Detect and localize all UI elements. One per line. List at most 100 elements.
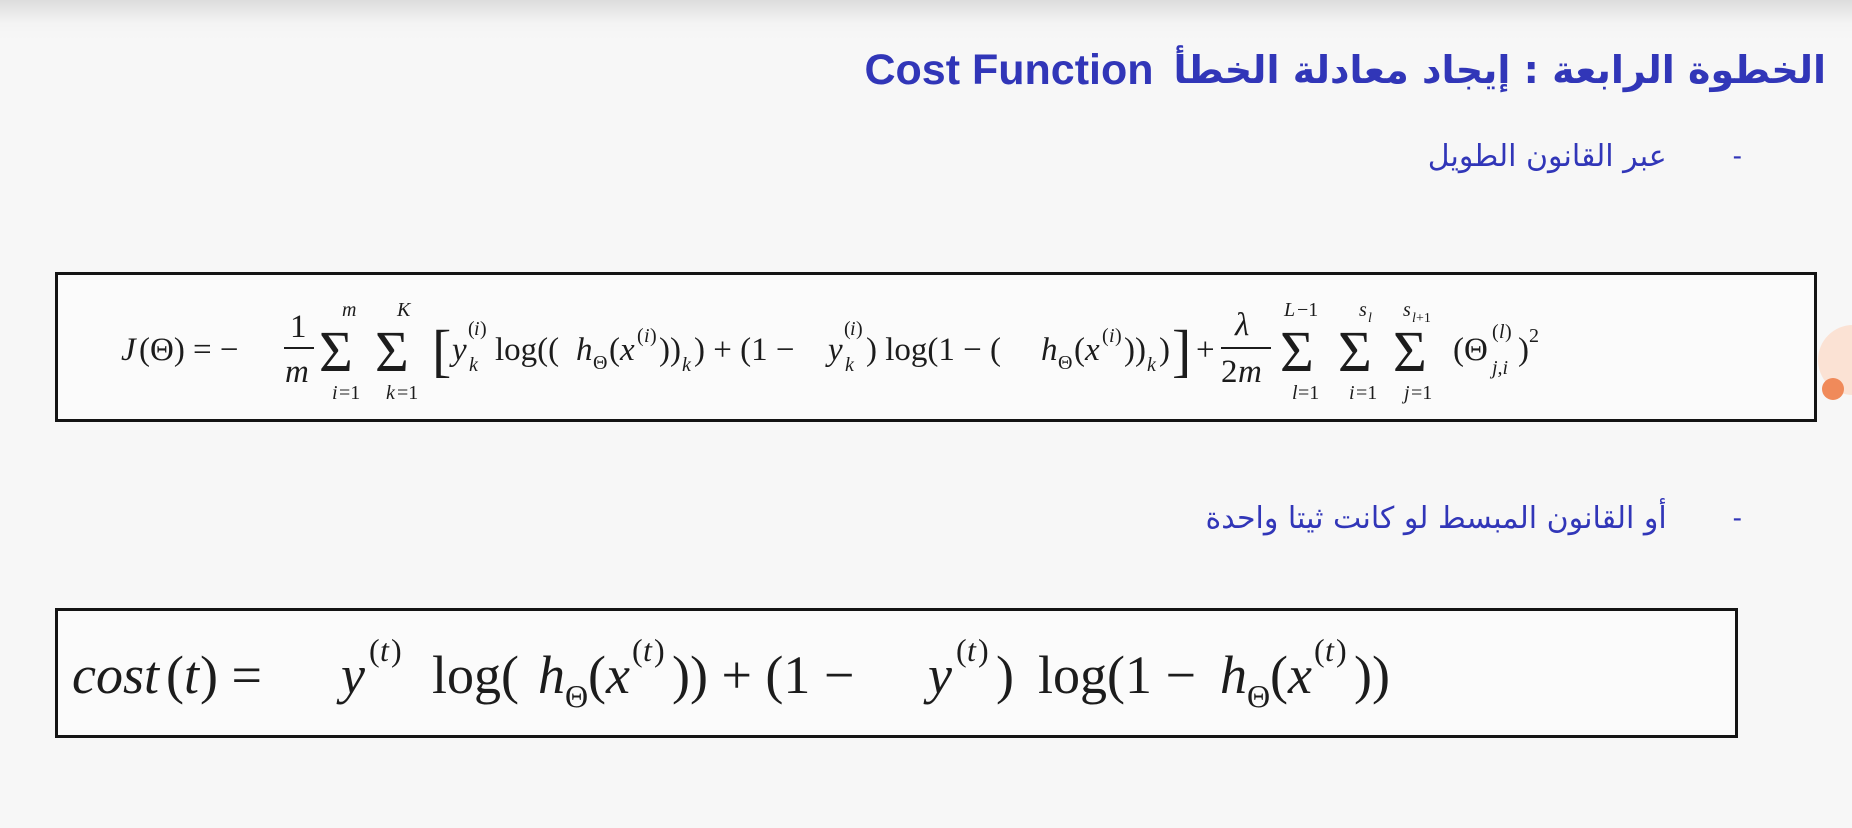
svg-text:=1: =1	[397, 382, 418, 404]
svg-text:h: h	[576, 332, 593, 368]
svg-text:i: i	[474, 318, 480, 340]
svg-text:Σ: Σ	[1280, 319, 1314, 384]
svg-text:s: s	[1359, 299, 1367, 321]
svg-text:)) + (1 −: )) + (1 −	[672, 645, 854, 705]
svg-text:): )	[996, 645, 1014, 705]
svg-text:(: (	[1102, 325, 1109, 347]
svg-text:m: m	[285, 354, 309, 390]
svg-text:): )	[654, 632, 665, 668]
svg-text:): )	[1505, 321, 1512, 343]
svg-text:t: t	[380, 632, 390, 668]
bullet-simple-formula: - أو القانون المبسط لو كانت ثيتا واحدة	[1206, 496, 1742, 540]
svg-text:k: k	[386, 382, 396, 404]
svg-text:Θ: Θ	[593, 352, 607, 374]
svg-text:log((: log((	[495, 332, 559, 368]
svg-text:h: h	[538, 645, 565, 705]
svg-text:t: t	[184, 645, 201, 705]
svg-text:=1: =1	[1411, 382, 1432, 404]
svg-text:j,i: j,i	[1489, 357, 1508, 379]
svg-text:(: (	[632, 632, 643, 668]
svg-text:Θ: Θ	[565, 678, 588, 714]
formula-full: J (Θ) = − 1 m Σ m i =1 Σ K k =1 [ y k ( …	[121, 299, 1539, 404]
svg-text:+1: +1	[1416, 311, 1431, 326]
bullet-dash: -	[1732, 140, 1742, 171]
svg-text:t: t	[1325, 632, 1335, 668]
svg-text:(: (	[1492, 321, 1499, 343]
svg-text:(: (	[369, 632, 380, 668]
svg-text:y: y	[923, 645, 952, 705]
svg-text:x: x	[1287, 645, 1312, 705]
svg-text:J: J	[121, 332, 137, 368]
svg-text:y: y	[449, 332, 467, 368]
svg-text:h: h	[1220, 645, 1247, 705]
svg-text:(: (	[588, 645, 606, 705]
formula-simple-box: cost ( t ) = y ( t ) log( h Θ ( x ( t ) …	[55, 608, 1738, 738]
top-shadow-bar	[0, 0, 1852, 40]
svg-text:): )	[1115, 325, 1122, 347]
svg-text:Σ: Σ	[1338, 319, 1372, 384]
svg-text:(: (	[956, 632, 967, 668]
svg-text:)): ))	[1124, 332, 1146, 368]
svg-text:): )	[480, 318, 487, 340]
svg-text:2: 2	[1221, 354, 1238, 390]
svg-text:m: m	[342, 299, 356, 321]
svg-text:i: i	[644, 325, 650, 347]
svg-text:m: m	[1238, 354, 1262, 390]
svg-text:(: (	[166, 645, 184, 705]
svg-text:): )	[978, 632, 989, 668]
title-arabic: الخطوة الرابعة : إيجاد معادلة الخطأ	[1173, 48, 1827, 92]
title-english: Cost Function	[864, 45, 1154, 94]
svg-text:[: [	[432, 318, 451, 383]
svg-text:i: i	[1109, 325, 1115, 347]
svg-text:+: +	[1196, 332, 1215, 368]
svg-text:): )	[856, 318, 863, 340]
svg-text:t: t	[967, 632, 977, 668]
svg-text:): )	[1159, 332, 1170, 368]
svg-text:)): ))	[659, 332, 681, 368]
svg-text:j: j	[1401, 382, 1410, 404]
svg-text:): )	[650, 325, 657, 347]
bullet-dash: -	[1732, 502, 1742, 533]
svg-text:2: 2	[1529, 325, 1539, 347]
svg-text:λ: λ	[1234, 307, 1249, 343]
svg-text:=1: =1	[1356, 382, 1377, 404]
svg-text:log(1 −: log(1 −	[1038, 645, 1196, 705]
svg-text:) =: ) =	[200, 645, 262, 705]
svg-text:s: s	[1403, 299, 1411, 321]
svg-text:L: L	[1283, 299, 1295, 321]
bullet-long-formula: - عبر القانون الطويل	[1428, 134, 1742, 178]
side-marker-dot	[1822, 378, 1844, 400]
svg-text:y: y	[825, 332, 843, 368]
svg-text:i: i	[1349, 382, 1355, 404]
formula-simple: cost ( t ) = y ( t ) log( h Θ ( x ( t ) …	[72, 632, 1390, 714]
bullet-text: أو القانون المبسط لو كانت ثيتا واحدة	[1205, 500, 1667, 536]
svg-text:Σ: Σ	[375, 319, 409, 384]
svg-text:): )	[1336, 632, 1347, 668]
svg-text:=1: =1	[339, 382, 360, 404]
svg-text:t: t	[643, 632, 653, 668]
svg-text:(: (	[1270, 645, 1288, 705]
svg-text:Θ: Θ	[1058, 352, 1072, 374]
svg-text:Σ: Σ	[1393, 319, 1427, 384]
svg-text:k: k	[845, 354, 855, 376]
svg-text:(: (	[637, 325, 644, 347]
svg-text:x: x	[619, 332, 635, 368]
svg-text:K: K	[396, 299, 412, 321]
svg-text:x: x	[605, 645, 630, 705]
svg-text:): )	[391, 632, 402, 668]
svg-text:l: l	[1368, 311, 1372, 326]
svg-text:Θ: Θ	[1247, 678, 1270, 714]
svg-text:i: i	[850, 318, 856, 340]
svg-text:(Θ) = −: (Θ) = −	[139, 332, 239, 368]
svg-text:i: i	[332, 382, 338, 404]
svg-text:x: x	[1084, 332, 1100, 368]
svg-text:k: k	[469, 354, 479, 376]
svg-text:h: h	[1041, 332, 1058, 368]
slide-title: الخطوة الرابعة : إيجاد معادلة الخطأ Cost…	[864, 40, 1826, 100]
svg-text:): )	[1518, 332, 1529, 368]
svg-text:Σ: Σ	[319, 319, 353, 384]
svg-text:) log(1 − (: ) log(1 − (	[866, 332, 1001, 368]
svg-text:log(: log(	[432, 645, 519, 705]
svg-text:)): ))	[1354, 645, 1390, 705]
svg-text:cost: cost	[72, 645, 161, 705]
